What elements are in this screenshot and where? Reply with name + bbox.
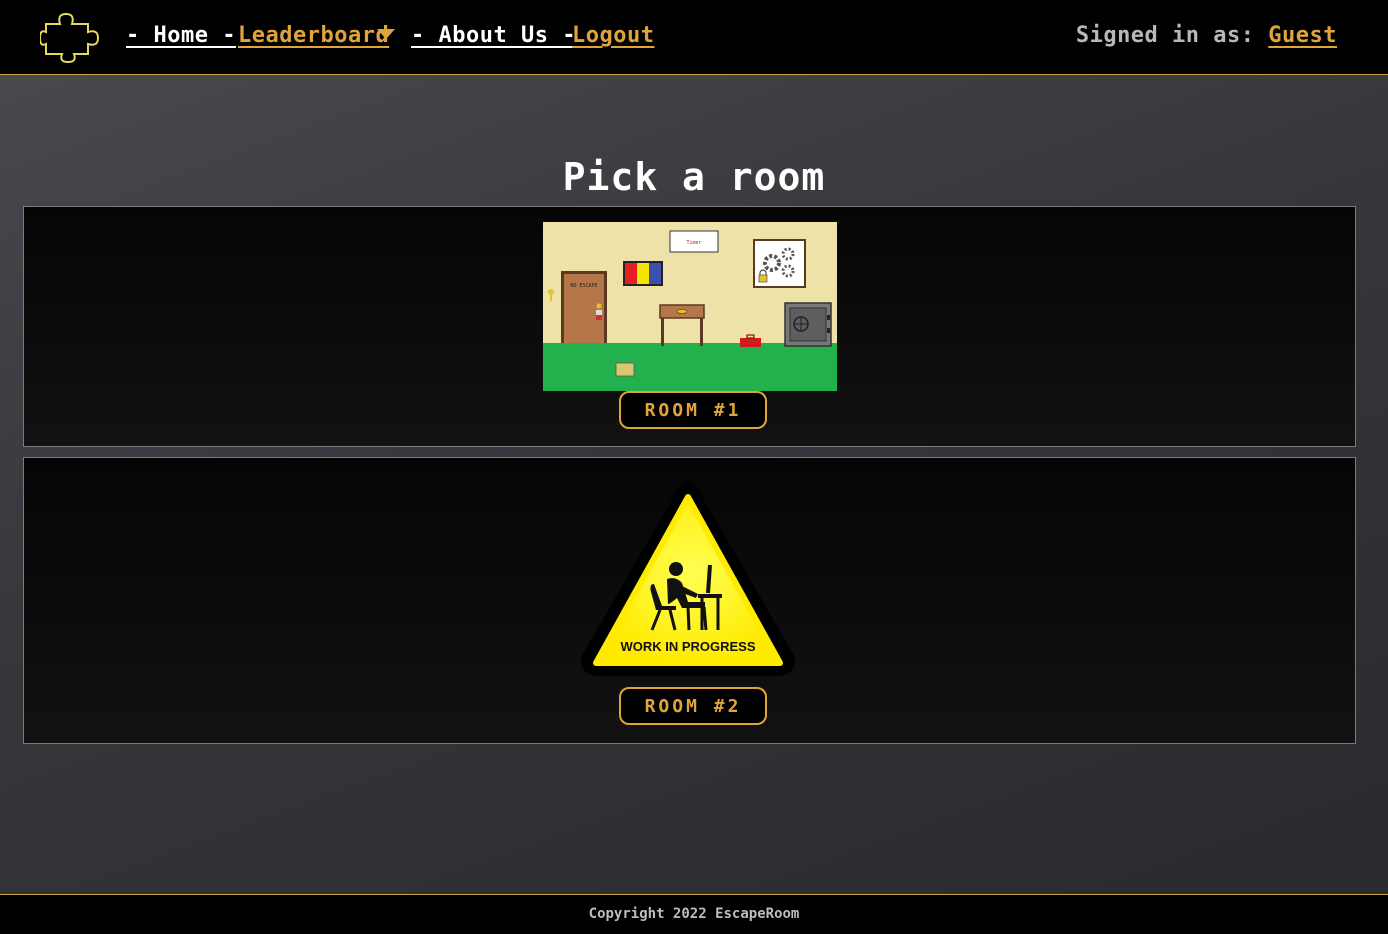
- puzzle-piece-icon[interactable]: [40, 10, 104, 64]
- user-link[interactable]: Guest: [1268, 23, 1337, 48]
- room-2-button[interactable]: ROOM #2: [619, 687, 767, 725]
- signed-in-label: Signed in as:: [1075, 23, 1269, 48]
- page-title: Pick a room: [562, 155, 826, 199]
- nav-leaderboard-link[interactable]: Leaderboard: [238, 22, 389, 50]
- room-1-preview-image[interactable]: NO ESCAPE Timer: [543, 222, 837, 391]
- nav-home-link[interactable]: - Home -: [126, 22, 236, 50]
- room-card-1: NO ESCAPE Timer ROOM #1: [23, 206, 1356, 447]
- work-in-progress-image[interactable]: WORK IN PROGRESS: [578, 480, 798, 678]
- caret-down-icon[interactable]: [377, 29, 395, 39]
- door-sign-text: NO ESCAPE: [570, 283, 597, 289]
- nav-logout-link[interactable]: Logout: [572, 22, 654, 50]
- nav-about-us-link[interactable]: - About Us -: [411, 22, 576, 50]
- footer: Copyright 2022 EscapeRoom: [0, 894, 1388, 934]
- room-card-2: WORK IN PROGRESS ROOM #2: [23, 457, 1356, 744]
- signed-in-status: Signed in as: Guest: [1076, 22, 1337, 50]
- navbar: - Home - Leaderboard - About Us - Logout…: [0, 0, 1388, 75]
- room-1-button[interactable]: ROOM #1: [619, 391, 767, 429]
- timer-label-text: Timer: [686, 240, 701, 246]
- work-in-progress-text: WORK IN PROGRESS: [620, 639, 755, 654]
- copyright-text: Copyright 2022 EscapeRoom: [588, 906, 800, 922]
